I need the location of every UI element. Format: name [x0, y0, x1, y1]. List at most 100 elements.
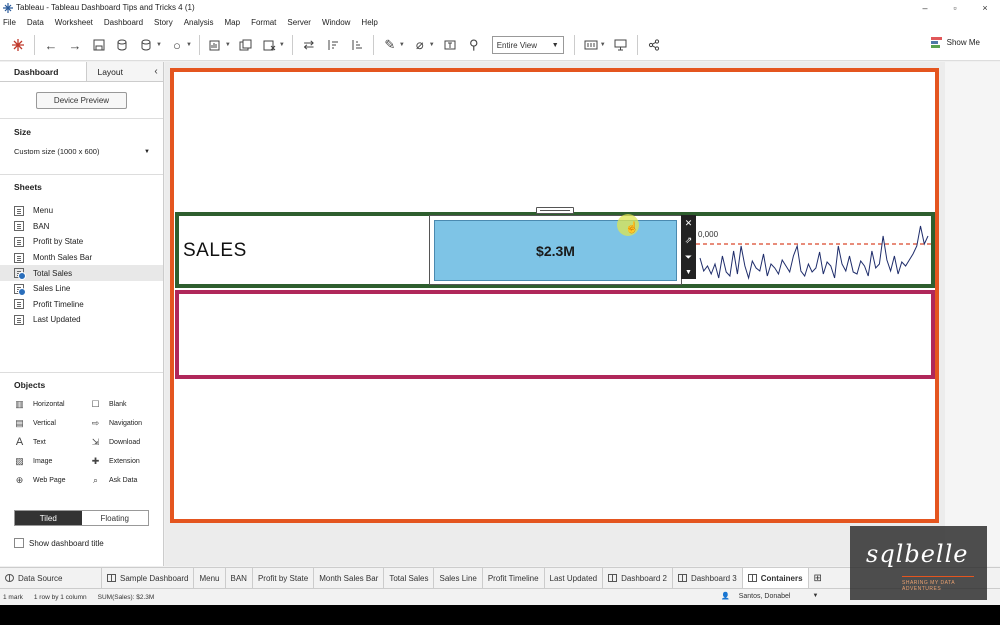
- device-preview-button[interactable]: Device Preview: [36, 92, 127, 109]
- tab-layout[interactable]: Layout: [87, 62, 150, 81]
- new-worksheet-tab[interactable]: ⊞: [809, 568, 827, 589]
- remove-icon[interactable]: ✕: [685, 218, 693, 229]
- tab-sales-line[interactable]: Sales Line: [434, 567, 483, 589]
- more-options-icon[interactable]: ▼: [685, 269, 692, 276]
- sheet-item-menu[interactable]: Menu: [0, 203, 163, 219]
- sheet-item-last-updated[interactable]: Last Updated: [0, 312, 163, 328]
- worksheet-icon: [14, 236, 24, 247]
- show-me-button[interactable]: Show Me: [930, 37, 980, 48]
- tab-profit-by-state[interactable]: Profit by State: [253, 567, 315, 589]
- floating-button[interactable]: Floating: [81, 511, 148, 525]
- chevron-down-icon[interactable]: ▼: [186, 42, 192, 48]
- menu-server[interactable]: Server: [287, 18, 311, 27]
- fit-select[interactable]: Entire View ▼: [491, 36, 564, 54]
- menu-format[interactable]: Format: [251, 18, 276, 27]
- status-marks: 1 mark: [3, 593, 23, 601]
- sheet-item-total-sales[interactable]: Total Sales: [0, 265, 163, 281]
- tab-sample-dashboard[interactable]: Sample Dashboard: [102, 567, 195, 589]
- show-mark-labels-icon[interactable]: [438, 33, 462, 57]
- dashboard-icon: [747, 574, 757, 582]
- chevron-down-icon[interactable]: ▼: [156, 42, 162, 48]
- move-handle[interactable]: [536, 207, 574, 214]
- tab-dashboard[interactable]: Dashboard: [0, 62, 88, 81]
- new-data-source-icon[interactable]: [111, 33, 135, 57]
- tab-profit-timeline[interactable]: Profit Timeline: [483, 567, 545, 589]
- sheet-item-ban[interactable]: BAN: [0, 219, 163, 235]
- sheet-item-profit-timeline[interactable]: Profit Timeline: [0, 297, 163, 313]
- toolbar-separator: [291, 35, 293, 55]
- user-menu[interactable]: 👤 Santos, Donabel ▼: [718, 592, 826, 601]
- object-extension[interactable]: ✚ Extension: [90, 456, 140, 466]
- sheet-item-sales-line[interactable]: Sales Line: [0, 281, 163, 297]
- fix-axes-icon[interactable]: ⚲: [462, 33, 486, 57]
- tab-dashboard-2[interactable]: Dashboard 2: [603, 567, 673, 589]
- tiled-button[interactable]: Tiled: [15, 511, 82, 525]
- chevron-down-icon[interactable]: ▼: [225, 42, 231, 48]
- total-sales-kpi[interactable]: $2.3M: [434, 220, 677, 281]
- chevron-down-icon[interactable]: ▼: [399, 42, 405, 48]
- go-to-sheet-icon[interactable]: ⇗: [685, 235, 693, 246]
- horizontal-container-icon: ▥: [15, 398, 24, 409]
- chevron-down-icon[interactable]: ▼: [279, 42, 285, 48]
- sort-ascending-icon[interactable]: [321, 33, 345, 57]
- tableau-home-icon[interactable]: [6, 33, 30, 57]
- sales-text-object[interactable]: SALES: [183, 240, 247, 262]
- object-web-page[interactable]: ⊕ Web Page: [14, 475, 66, 485]
- sheet-item-month-sales-bar[interactable]: Month Sales Bar: [0, 250, 163, 266]
- object-navigation[interactable]: ⇨ Navigation: [90, 418, 142, 428]
- duplicate-sheet-icon[interactable]: [234, 33, 258, 57]
- menu-window[interactable]: Window: [322, 18, 350, 27]
- menu-map[interactable]: Map: [225, 18, 241, 27]
- tab-last-updated[interactable]: Last Updated: [545, 567, 604, 589]
- lower-container[interactable]: [175, 290, 935, 379]
- close-button[interactable]: ×: [970, 0, 1000, 15]
- menu-worksheet[interactable]: Worksheet: [55, 18, 93, 27]
- tab-containers[interactable]: Containers: [742, 567, 809, 589]
- tab-total-sales[interactable]: Total Sales: [384, 567, 435, 589]
- sheet-item-profit-by-state[interactable]: Profit by State: [0, 234, 163, 250]
- menu-data[interactable]: Data: [27, 18, 44, 27]
- tab-label: Total Sales: [389, 573, 429, 583]
- collapse-panel-icon[interactable]: ‹: [149, 62, 163, 81]
- sort-descending-icon[interactable]: [345, 33, 369, 57]
- menu-analysis[interactable]: Analysis: [184, 18, 214, 27]
- menu-help[interactable]: Help: [361, 18, 377, 27]
- object-text[interactable]: A Text: [14, 436, 46, 448]
- object-vertical[interactable]: ▤ Vertical: [14, 418, 56, 428]
- worksheet-icon: [14, 205, 24, 216]
- tab-ban[interactable]: BAN: [226, 567, 253, 589]
- dashboard-side-panel: Dashboard Layout ‹ Device Preview Size C…: [0, 62, 164, 566]
- object-download[interactable]: ⇲ Download: [90, 437, 140, 447]
- presentation-mode-icon[interactable]: [609, 33, 633, 57]
- save-icon[interactable]: [87, 33, 111, 57]
- menu-story[interactable]: Story: [154, 18, 173, 27]
- restore-button[interactable]: ▫: [940, 0, 970, 15]
- divider: [0, 174, 163, 175]
- object-ask-data[interactable]: ⌕ Ask Data: [90, 475, 137, 485]
- chevron-down-icon[interactable]: ▼: [600, 42, 606, 48]
- redo-icon[interactable]: →: [63, 33, 87, 57]
- tab-menu[interactable]: Menu: [194, 567, 226, 589]
- title-bar: Tableau - Tableau Dashboard Tips and Tri…: [0, 0, 1000, 15]
- show-dashboard-title[interactable]: Show dashboard title: [14, 538, 104, 548]
- menu-file[interactable]: File: [3, 18, 16, 27]
- size-select[interactable]: Custom size (1000 x 600) ▼: [14, 146, 150, 157]
- tab-dashboard-3[interactable]: Dashboard 3: [673, 567, 743, 589]
- object-blank[interactable]: ☐ Blank: [90, 399, 126, 409]
- object-horizontal[interactable]: ▥ Horizontal: [14, 398, 64, 409]
- swap-rows-columns-icon[interactable]: ⇄: [297, 33, 321, 57]
- sheet-label: Profit Timeline: [33, 299, 84, 309]
- sales-line-chart[interactable]: [696, 216, 932, 284]
- menu-dashboard[interactable]: Dashboard: [104, 18, 143, 27]
- tab-month-sales-bar[interactable]: Month Sales Bar: [314, 567, 385, 589]
- dashboard-icon: [107, 574, 116, 582]
- share-icon[interactable]: [642, 33, 666, 57]
- tab-data-source[interactable]: Data Source: [0, 567, 102, 589]
- filter-icon[interactable]: ⏷: [685, 252, 692, 263]
- object-label: Ask Data: [109, 476, 138, 484]
- show-title-checkbox[interactable]: [14, 538, 24, 548]
- undo-icon[interactable]: ←: [39, 33, 63, 57]
- chevron-down-icon[interactable]: ▼: [429, 42, 435, 48]
- minimize-button[interactable]: –: [910, 0, 940, 15]
- object-image[interactable]: ▨ Image: [14, 456, 52, 466]
